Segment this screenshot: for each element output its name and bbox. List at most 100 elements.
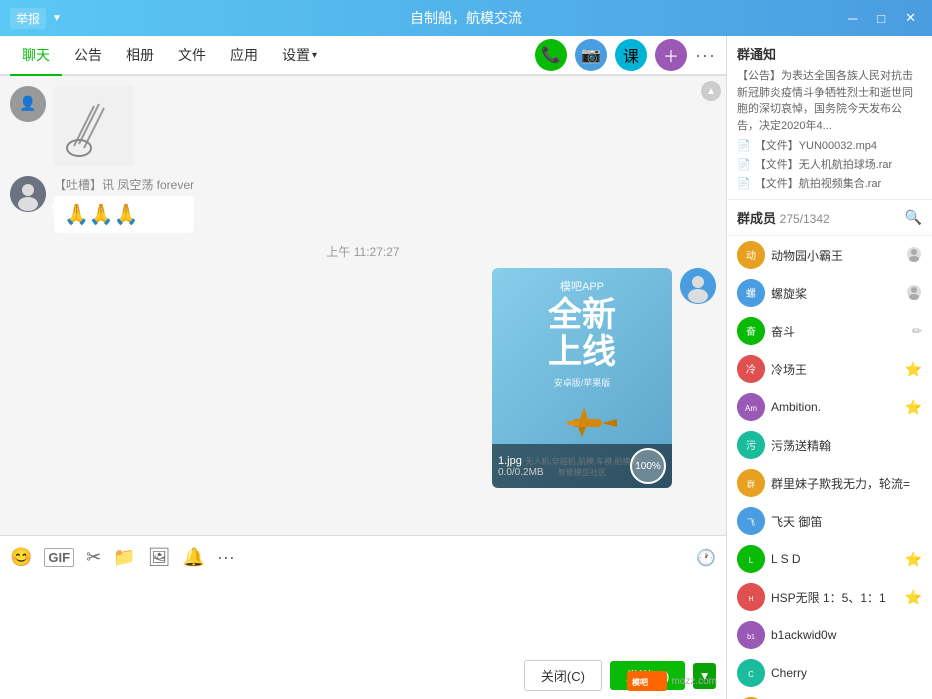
- close-button[interactable]: 关闭(C): [524, 660, 602, 691]
- svg-text:污: 污: [746, 440, 756, 452]
- image-preview[interactable]: 模吧APP 全新 上线 安卓版/苹果版: [492, 268, 672, 488]
- nav-album[interactable]: 相册: [114, 35, 166, 75]
- pencil-badge: ✏: [912, 324, 922, 338]
- emoji-button[interactable]: 😊: [10, 547, 32, 568]
- input-area: 关闭(C) 发送(S) ▾: [0, 579, 726, 699]
- image-subtitle: 全新 上线: [502, 297, 662, 372]
- message-emojis: 【吐槽】讯 凤空荡 forever 🙏🙏🙏: [10, 176, 716, 233]
- message-image: 模吧APP 全新 上线 安卓版/苹果版: [10, 268, 716, 488]
- chat-area: 聊天 公告 相册 文件 应用 设置 ▾ 📞 📷 课 ＋ ··· ▲: [0, 36, 727, 699]
- sender-avatar-right: [680, 268, 716, 304]
- image-filename: 1.jpg: [498, 455, 544, 467]
- minimize-button[interactable]: ─: [842, 9, 863, 28]
- message-content: [54, 86, 134, 166]
- more-tools-icon[interactable]: ···: [217, 547, 235, 568]
- member-name: 飞天 御笛: [771, 513, 916, 530]
- member-name: 奋斗: [771, 323, 906, 340]
- file-link-2[interactable]: 📄 【文件】无人机航拍球场.rar: [737, 156, 922, 172]
- nav-file[interactable]: 文件: [166, 35, 218, 75]
- member-avatar: H: [737, 583, 765, 611]
- member-item[interactable]: 此 此诚可待成追忆: [727, 692, 932, 699]
- image-header: 模吧APP 全新 上线 安卓版/苹果版: [502, 278, 662, 389]
- member-item[interactable]: Am Ambition. ⭐: [727, 388, 932, 426]
- dropdown-arrow[interactable]: ▼: [52, 13, 62, 24]
- add-icon-button[interactable]: ＋: [655, 39, 687, 71]
- image-progress: 100%: [630, 448, 666, 484]
- members-search-button[interactable]: 🔍: [905, 209, 922, 226]
- member-item[interactable]: L L S D ⭐: [727, 540, 932, 578]
- nav-notice[interactable]: 公告: [62, 35, 114, 75]
- member-item[interactable]: 群 群里妹子欺我无力，轮流=: [727, 464, 932, 502]
- member-name: 污荡送精翰: [771, 437, 916, 454]
- navbar-right: 📞 📷 课 ＋ ···: [535, 39, 716, 71]
- nav-settings[interactable]: 设置 ▾: [270, 35, 329, 75]
- close-button[interactable]: ✕: [899, 8, 922, 28]
- watermark-text: mozz.com: [671, 676, 717, 687]
- member-avatar: 螺: [737, 279, 765, 307]
- svg-text:H: H: [748, 596, 753, 603]
- report-button[interactable]: 举报: [10, 8, 46, 29]
- chat-input[interactable]: [10, 587, 716, 655]
- member-item[interactable]: 飞 飞天 御笛: [727, 502, 932, 540]
- member-item[interactable]: b1 b1ackwid0w: [727, 616, 932, 654]
- svg-text:L: L: [749, 556, 754, 565]
- svg-text:模吧: 模吧: [632, 677, 648, 687]
- bell-icon[interactable]: 🔔: [182, 547, 204, 568]
- svg-text:Am: Am: [745, 404, 757, 413]
- avatar: 👤: [10, 86, 46, 122]
- maximize-button[interactable]: □: [871, 9, 891, 28]
- members-title: 群成员 275/1342: [737, 208, 830, 227]
- star-badge: ⭐: [905, 399, 922, 416]
- member-name: Cherry: [771, 666, 916, 680]
- member-item[interactable]: 冷 冷场王 ⭐: [727, 350, 932, 388]
- notice-title: 群通知: [737, 44, 922, 63]
- svg-text:动: 动: [746, 250, 756, 262]
- member-avatar: 飞: [737, 507, 765, 535]
- member-name: b1ackwid0w: [771, 628, 916, 642]
- sender-message-content: 【吐槽】讯 凤空荡 forever 🙏🙏🙏: [54, 176, 194, 233]
- member-name: L S D: [771, 552, 899, 566]
- member-item[interactable]: 动 动物园小霸王: [727, 236, 932, 274]
- group-members-section: 群成员 275/1342 🔍 动 动物园小霸王 螺 螺旋桨: [727, 200, 932, 699]
- settings-chevron-icon: ▾: [312, 50, 317, 61]
- scissors-icon[interactable]: ✂: [86, 547, 101, 568]
- image-icon[interactable]: 🖼: [148, 547, 171, 568]
- svg-text:C: C: [748, 670, 754, 679]
- member-avatar: 动: [737, 241, 765, 269]
- member-item[interactable]: 奋 奋斗 ✏: [727, 312, 932, 350]
- member-avatar: 奋: [737, 317, 765, 345]
- logo-icon: 模吧: [627, 671, 667, 691]
- nav-app[interactable]: 应用: [218, 35, 270, 75]
- live-icon-button[interactable]: 课: [615, 39, 647, 71]
- member-name: 动物园小霸王: [771, 247, 900, 264]
- svg-text:奋: 奋: [746, 325, 756, 338]
- member-avatar: 冷: [737, 355, 765, 383]
- folder-icon[interactable]: 📁: [113, 547, 135, 568]
- window-title: 自制船，航模交流: [90, 8, 842, 28]
- scroll-up-button[interactable]: ▲: [701, 81, 721, 101]
- video-icon-button[interactable]: 📷: [575, 39, 607, 71]
- member-item[interactable]: C Cherry: [727, 654, 932, 692]
- member-name: 螺旋桨: [771, 285, 900, 302]
- watermark: 模吧 mozz.com: [627, 671, 717, 691]
- messages-area: ▲ 👤: [0, 76, 726, 535]
- member-item[interactable]: 污 污荡送精翰: [727, 426, 932, 464]
- phone-icon-button[interactable]: 📞: [535, 39, 567, 71]
- sketch-image: [54, 86, 134, 166]
- image-footer: 1.jpg 0.0/0.2MB 100%: [492, 444, 672, 488]
- more-icon-button[interactable]: ···: [695, 45, 716, 66]
- member-item[interactable]: 螺 螺旋桨: [727, 274, 932, 312]
- gif-button[interactable]: GIF: [44, 548, 74, 567]
- file-link-1[interactable]: 📄 【文件】YUN00032.mp4: [737, 137, 922, 153]
- input-buttons: 关闭(C) 发送(S) ▾: [10, 660, 716, 691]
- file-link-3[interactable]: 📄 【文件】航拍视频集合.rar: [737, 175, 922, 191]
- sender-name: 【吐槽】讯 凤空荡 forever: [54, 176, 194, 193]
- message-emojis-text: 🙏🙏🙏: [64, 204, 139, 226]
- image-platform: 安卓版/苹果版: [502, 376, 662, 389]
- star-badge: ⭐: [905, 551, 922, 568]
- member-item[interactable]: H HSP无限 1：5、1：1 ⭐: [727, 578, 932, 616]
- nav-chat[interactable]: 聊天: [10, 36, 62, 76]
- history-button[interactable]: 🕐: [696, 548, 716, 568]
- file-icon-3: 📄: [737, 177, 751, 190]
- titlebar: 举报 ▼ 自制船，航模交流 ─ □ ✕: [0, 0, 932, 36]
